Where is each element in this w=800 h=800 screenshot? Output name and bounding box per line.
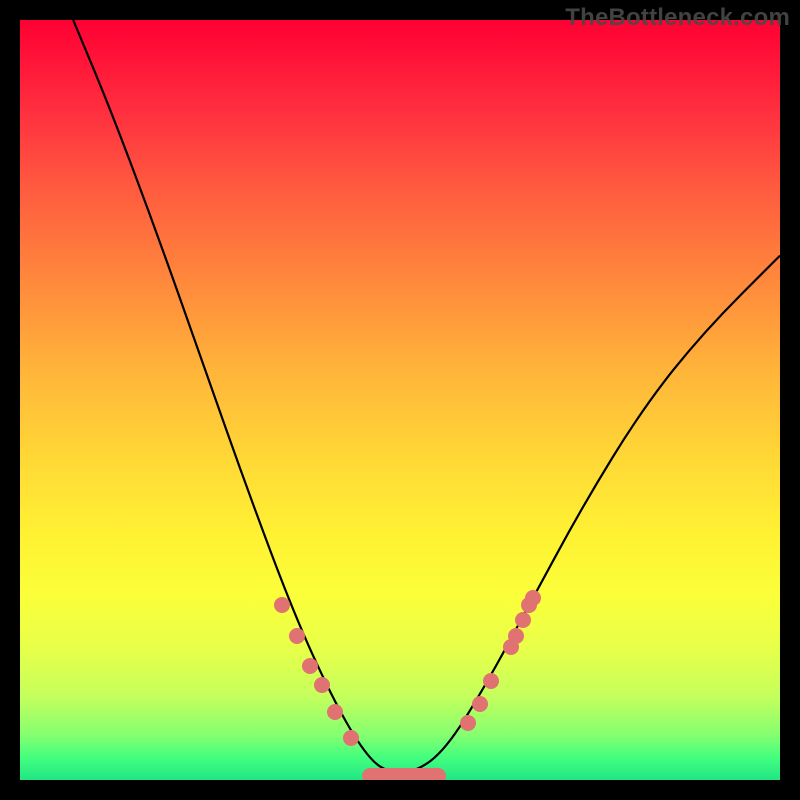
bottom-marker-band bbox=[362, 768, 446, 780]
data-marker bbox=[460, 715, 476, 731]
data-marker bbox=[343, 730, 359, 746]
data-marker bbox=[314, 677, 330, 693]
plot-area bbox=[20, 20, 780, 780]
data-marker bbox=[302, 658, 318, 674]
data-marker bbox=[274, 597, 290, 613]
data-marker bbox=[327, 704, 343, 720]
data-marker bbox=[508, 628, 524, 644]
data-marker bbox=[472, 696, 488, 712]
data-marker bbox=[515, 612, 531, 628]
chart-frame: TheBottleneck.com bbox=[0, 0, 800, 800]
data-marker bbox=[525, 590, 541, 606]
marker-layer bbox=[20, 20, 780, 780]
data-marker bbox=[289, 628, 305, 644]
data-marker bbox=[483, 673, 499, 689]
